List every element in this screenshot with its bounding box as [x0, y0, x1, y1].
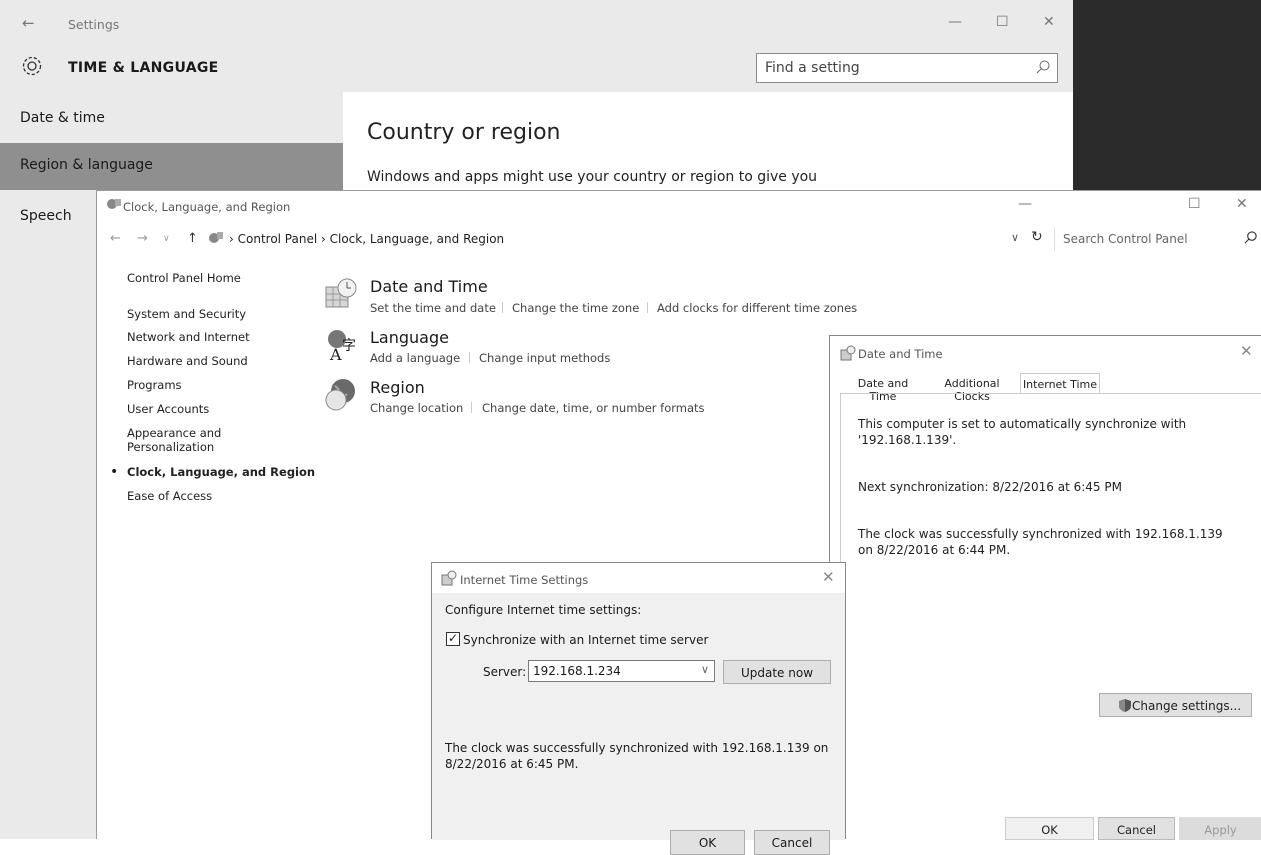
date-time-icon — [840, 345, 856, 361]
link-separator — [469, 352, 470, 363]
globe-clock-icon — [325, 379, 355, 411]
close-icon[interactable]: ✕ — [822, 568, 835, 586]
minimize-button[interactable]: — — [948, 14, 962, 30]
active-bullet: • — [110, 464, 119, 480]
tab-internet-time[interactable]: Internet Time — [1020, 373, 1100, 394]
back-arrow-icon[interactable]: ← — [22, 14, 35, 32]
sync-checkbox-label[interactable]: Synchronize with an Internet time server — [463, 633, 708, 647]
address-bar: ← → ∨ ↑ › Control Panel › Clock, Languag… — [97, 227, 1261, 253]
internet-time-settings-dialog: Internet Time Settings ✕ Configure Inter… — [431, 562, 846, 855]
control-panel-search-input[interactable]: Search Control Panel — [1054, 227, 1261, 251]
page-heading: TIME & LANGUAGE — [68, 60, 219, 76]
server-select[interactable]: 192.168.1.234 ∨ — [528, 660, 715, 682]
tab-additional-clocks[interactable]: Additional Clocks — [926, 373, 1018, 403]
dialog-body: Configure Internet time settings: ✓ Sync… — [432, 593, 845, 855]
search-placeholder: Find a setting — [765, 60, 860, 76]
calendar-clock-icon — [325, 278, 357, 308]
search-placeholder: Search Control Panel — [1063, 232, 1188, 246]
forward-arrow-icon[interactable]: → — [137, 231, 148, 246]
configure-label: Configure Internet time settings: — [445, 603, 642, 617]
tab-date-and-time[interactable]: Date and Time — [843, 373, 923, 403]
change-settings-label: Change settings... — [1132, 699, 1242, 713]
nav-hardware-sound[interactable]: Hardware and Sound — [127, 354, 248, 368]
cancel-button[interactable]: Cancel — [1098, 817, 1175, 840]
up-arrow-icon[interactable]: ↑ — [187, 231, 198, 246]
next-sync-text: Next synchronization: 8/22/2016 at 6:45 … — [858, 480, 1122, 494]
cancel-button[interactable]: Cancel — [754, 830, 830, 855]
server-value: 192.168.1.234 — [533, 664, 621, 678]
maximize-button[interactable]: ☐ — [1188, 196, 1201, 212]
close-button[interactable]: ✕ — [1236, 196, 1248, 212]
svg-text:字: 字 — [342, 338, 356, 354]
apply-button[interactable]: Apply — [1179, 817, 1261, 840]
close-button[interactable]: ✕ — [1043, 14, 1055, 30]
control-panel-icon — [209, 232, 223, 243]
dialog-title: Date and Time — [858, 347, 943, 361]
minimize-button[interactable]: — — [1018, 196, 1032, 212]
link-add-clocks[interactable]: Add clocks for different time zones — [657, 301, 857, 315]
date-time-dialog: Date and Time ✕ Date and Time Additional… — [829, 335, 1261, 840]
address-dropdown-icon[interactable]: ∨ — [1011, 231, 1019, 244]
link-change-time-zone[interactable]: Change the time zone — [512, 301, 639, 315]
window-title: Settings — [68, 17, 120, 32]
nav-item-date-time[interactable]: Date & time — [0, 96, 343, 143]
internet-time-panel: This computer is set to automatically sy… — [840, 393, 1261, 818]
chevron-down-icon[interactable]: ∨ — [701, 663, 709, 676]
close-icon[interactable]: ✕ — [1240, 342, 1253, 360]
ok-button[interactable]: OK — [670, 830, 745, 855]
last-sync-text: The clock was successfully synchronized … — [858, 527, 1223, 557]
search-icon[interactable] — [1035, 59, 1051, 75]
desktop-background — [1073, 0, 1261, 190]
change-settings-button[interactable]: Change settings... — [1099, 693, 1252, 717]
region-heading: Country or region — [367, 120, 561, 145]
category-date-time[interactable]: Date and Time — [370, 277, 488, 296]
server-label: Server: — [483, 665, 527, 679]
nav-appearance-personalization[interactable]: Appearance and Personalization — [127, 426, 237, 454]
nav-user-accounts[interactable]: User Accounts — [127, 402, 209, 416]
link-separator — [502, 302, 503, 313]
gear-icon — [22, 56, 42, 76]
update-now-button[interactable]: Update now — [723, 660, 831, 684]
nav-system-security[interactable]: System and Security — [127, 307, 246, 321]
maximize-button[interactable]: ☐ — [996, 14, 1009, 30]
link-separator — [647, 302, 648, 313]
breadcrumb[interactable]: › Control Panel › Clock, Language, and R… — [229, 232, 504, 246]
checkmark-icon: ✓ — [448, 631, 459, 645]
ok-button[interactable]: OK — [1005, 817, 1094, 840]
nav-item-region-language[interactable]: Region & language — [0, 143, 343, 190]
back-arrow-icon[interactable]: ← — [110, 231, 121, 246]
nav-clock-language-region[interactable]: Clock, Language, and Region — [127, 465, 315, 479]
recent-locations-icon[interactable]: ∨ — [163, 234, 170, 244]
sync-checkbox[interactable]: ✓ — [446, 631, 460, 646]
link-change-location[interactable]: Change location — [370, 401, 463, 415]
category-language[interactable]: Language — [370, 328, 449, 347]
nav-programs[interactable]: Programs — [127, 378, 182, 392]
dialog-title: Internet Time Settings — [460, 573, 589, 587]
category-region[interactable]: Region — [370, 378, 425, 397]
link-change-input-methods[interactable]: Change input methods — [479, 351, 610, 365]
nav-control-panel-home[interactable]: Control Panel Home — [127, 271, 241, 285]
window-title: Clock, Language, and Region — [123, 200, 291, 214]
shield-icon — [1119, 699, 1131, 712]
clock-region-icon — [107, 199, 121, 209]
search-icon[interactable] — [1243, 230, 1258, 245]
region-description: Windows and apps might use your country … — [367, 169, 818, 185]
link-set-time-date[interactable]: Set the time and date — [370, 301, 496, 315]
svg-text:A: A — [329, 345, 342, 362]
link-change-formats[interactable]: Change date, time, or number formats — [482, 401, 705, 415]
settings-search-input[interactable]: Find a setting — [756, 53, 1058, 83]
link-separator — [471, 402, 472, 413]
nav-ease-of-access[interactable]: Ease of Access — [127, 489, 212, 503]
date-time-icon — [441, 570, 457, 586]
nav-network-internet[interactable]: Network and Internet — [127, 330, 250, 344]
link-add-language[interactable]: Add a language — [370, 351, 460, 365]
language-icon: A 字 — [328, 330, 356, 362]
sync-server-text: This computer is set to automatically sy… — [858, 417, 1187, 447]
settings-titlebar — [0, 0, 1073, 50]
sync-result-text: The clock was successfully synchronized … — [445, 741, 829, 771]
refresh-icon[interactable]: ↻ — [1031, 229, 1043, 245]
